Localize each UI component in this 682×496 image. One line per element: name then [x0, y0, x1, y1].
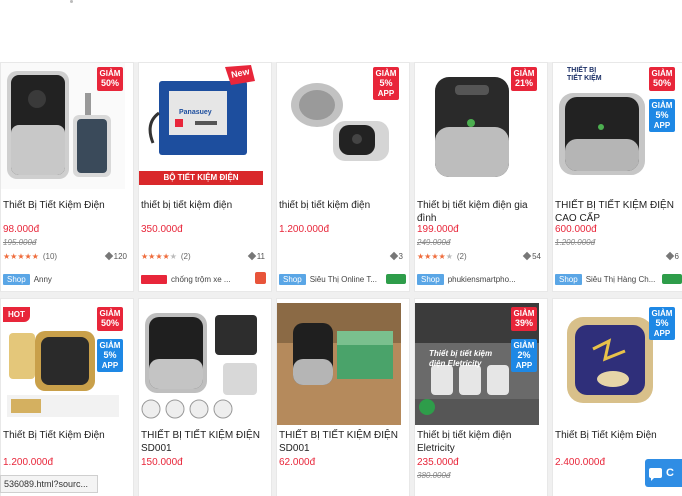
product-price: 1.200.000đ	[279, 224, 330, 235]
shop-name[interactable]: phukiensmartpho...	[448, 275, 516, 284]
product-card[interactable]: GIẢM 21% Thiết bị tiết kiệm điện gia đìn…	[414, 62, 548, 292]
product-image[interactable]: GIẢM 50%	[1, 63, 125, 189]
product-old-price: 249.000đ	[417, 238, 451, 247]
product-card[interactable]: Thiết bị tiết kiệm điện Eletricity GIẢM …	[414, 298, 548, 496]
product-title[interactable]: THIẾT BỊ TIẾT KIỆM ĐIỆN SD001	[141, 429, 271, 455]
chat-button[interactable]: C	[645, 459, 682, 487]
rating-count: (10)	[42, 252, 58, 261]
app-discount-badge: GIẢM 5% APP	[649, 99, 675, 132]
product-image[interactable]: HOT GIẢM 50% GIẢM 5% APP	[1, 303, 125, 425]
shop-info[interactable]: Shop Anny	[3, 273, 131, 285]
product-card[interactable]: THIẾT BỊ TIẾT KIỆM ĐIỆN SD001 62.000đ	[276, 298, 410, 496]
product-card[interactable]: HOT GIẢM 50% GIẢM 5% APP Thiết Bị Tiết K…	[0, 298, 134, 496]
product-title[interactable]: thiết bị tiết kiệm điện	[279, 199, 409, 212]
product-price: 98.000đ	[3, 224, 40, 235]
product-title[interactable]: Thiết Bị Tiết Kiệm Điện	[3, 199, 133, 212]
product-title[interactable]: Thiết bị tiết kiệm điện Eletricity	[417, 429, 547, 455]
product-image[interactable]: GIẢM 5% APP	[553, 303, 677, 425]
shop-info[interactable]: Shop phukiensmartpho...	[417, 273, 545, 285]
shop-label: Shop	[555, 273, 582, 285]
product-card[interactable]: New Panasuey BỘ TIẾT KIỆM ĐIỆN thiết bị …	[138, 62, 272, 292]
product-price: 600.000đ	[555, 224, 597, 235]
tag-count: 3	[389, 251, 403, 261]
shop-flag-icon	[141, 274, 167, 284]
shop-label: Shop	[279, 273, 306, 285]
product-old-price: 380.000đ	[417, 471, 451, 480]
shop-name[interactable]: Siêu Thị Hàng Ch...	[586, 275, 656, 284]
page-header-area	[0, 0, 682, 62]
discount-badge: GIẢM 50%	[97, 67, 123, 91]
discount-badge: GIẢM 50%	[97, 307, 123, 331]
product-card[interactable]: THIẾT BỊ TIẾT KIỆM ĐIỆN SD001 150.000đ	[138, 298, 272, 496]
tag-icon	[665, 251, 674, 261]
shop-name[interactable]: chống trộm xe ...	[171, 275, 231, 284]
image-caption: BỘ TIẾT KIỆM ĐIỆN	[163, 173, 239, 182]
chat-label: C	[666, 467, 674, 479]
tag-icon	[104, 251, 113, 261]
product-image[interactable]: GIẢM 21%	[415, 63, 539, 189]
product-price: 350.000đ	[141, 224, 183, 235]
product-title[interactable]: THIẾT BỊ TIẾT KIỆM ĐIỆN CAO CẤP	[555, 199, 682, 225]
product-image[interactable]: THIẾT BỊ TIẾT KIỆM GIẢM 50% GIẢM 5% APP	[553, 63, 677, 189]
product-price: 150.000đ	[141, 457, 183, 468]
tag-count: 54	[522, 251, 541, 261]
hot-label: HOT	[3, 307, 30, 322]
product-title[interactable]: thiết bị tiết kiệm điện	[141, 199, 271, 212]
shop-name[interactable]: Anny	[34, 275, 52, 284]
image-brand: Panasuey	[179, 109, 212, 116]
product-price: 1.200.000đ	[3, 457, 54, 468]
tag-icon	[389, 251, 398, 261]
rating-count: (2)	[456, 252, 467, 261]
status-bar-url: 536089.html?sourc...	[0, 475, 98, 493]
discount-badge: GIẢM 39%	[511, 307, 537, 331]
rating-count: (2)	[180, 252, 191, 261]
product-title[interactable]: Thiết Bị Tiết Kiệm Điện	[555, 429, 682, 442]
product-card[interactable]: GIẢM 50% Thiết Bị Tiết Kiệm Điện 98.000đ…	[0, 62, 134, 292]
product-old-price: 195.000đ	[3, 238, 37, 247]
product-title[interactable]: THIẾT BỊ TIẾT KIỆM ĐIỆN SD001	[279, 429, 409, 455]
shop-label: Shop	[3, 273, 30, 285]
product-price: 62.000đ	[279, 457, 316, 468]
image-caption: THIẾT BỊ TIẾT KIỆM	[567, 67, 602, 82]
product-price: 2.400.000đ	[555, 457, 606, 468]
product-image[interactable]: New Panasuey BỘ TIẾT KIỆM ĐIỆN	[139, 63, 263, 189]
shop-info[interactable]: chống trộm xe ...	[141, 273, 269, 285]
discount-badge: GIẢM 50%	[649, 67, 675, 91]
shop-name[interactable]: Siêu Thị Online T...	[310, 275, 377, 284]
product-card[interactable]: GIẢM 5% APP thiết bị tiết kiệm điện 1.20…	[276, 62, 410, 292]
chat-icon	[649, 468, 662, 481]
tag-count: 120	[104, 251, 127, 261]
product-price: 199.000đ	[417, 224, 459, 235]
app-discount-badge: GIẢM 5% APP	[97, 339, 123, 372]
app-discount-badge: GIẢM 5% APP	[649, 307, 675, 340]
product-image[interactable]	[139, 303, 263, 425]
delivery-truck-icon	[662, 274, 682, 284]
discount-badge: GIẢM 21%	[511, 67, 537, 91]
rating-stars: ★★★★★ (2)	[417, 252, 467, 261]
product-title[interactable]: Thiết bị tiết kiệm điện gia đình	[417, 199, 547, 225]
shop-label: Shop	[417, 273, 444, 285]
product-old-price: 1.200.000đ	[555, 238, 596, 247]
delivery-truck-icon	[386, 274, 406, 284]
product-image[interactable]	[277, 303, 401, 425]
fire-icon	[255, 272, 266, 284]
tag-count: 6	[665, 251, 679, 261]
product-image[interactable]: GIẢM 5% APP	[277, 63, 401, 189]
rating-stars: ★★★★★ (2)	[141, 252, 191, 261]
product-title[interactable]: Thiết Bị Tiết Kiệm Điện	[3, 429, 133, 442]
header-mark	[70, 0, 73, 3]
discount-badge: GIẢM 5% APP	[373, 67, 399, 100]
product-price: 235.000đ	[417, 457, 459, 468]
tag-icon	[522, 251, 532, 261]
app-discount-badge: GIẢM 2% APP	[511, 339, 537, 372]
tag-count: 11	[247, 251, 265, 261]
product-card[interactable]: THIẾT BỊ TIẾT KIỆM GIẢM 50% GIẢM 5% APP …	[552, 62, 682, 292]
tag-icon	[247, 251, 256, 261]
image-caption: Thiết bị tiết kiệm điện Eletricity	[429, 349, 493, 368]
product-grid: GIẢM 50% Thiết Bị Tiết Kiệm Điện 98.000đ…	[0, 62, 682, 496]
product-image[interactable]: Thiết bị tiết kiệm điện Eletricity GIẢM …	[415, 303, 539, 425]
rating-stars: ★★★★★ (10)	[3, 252, 58, 261]
